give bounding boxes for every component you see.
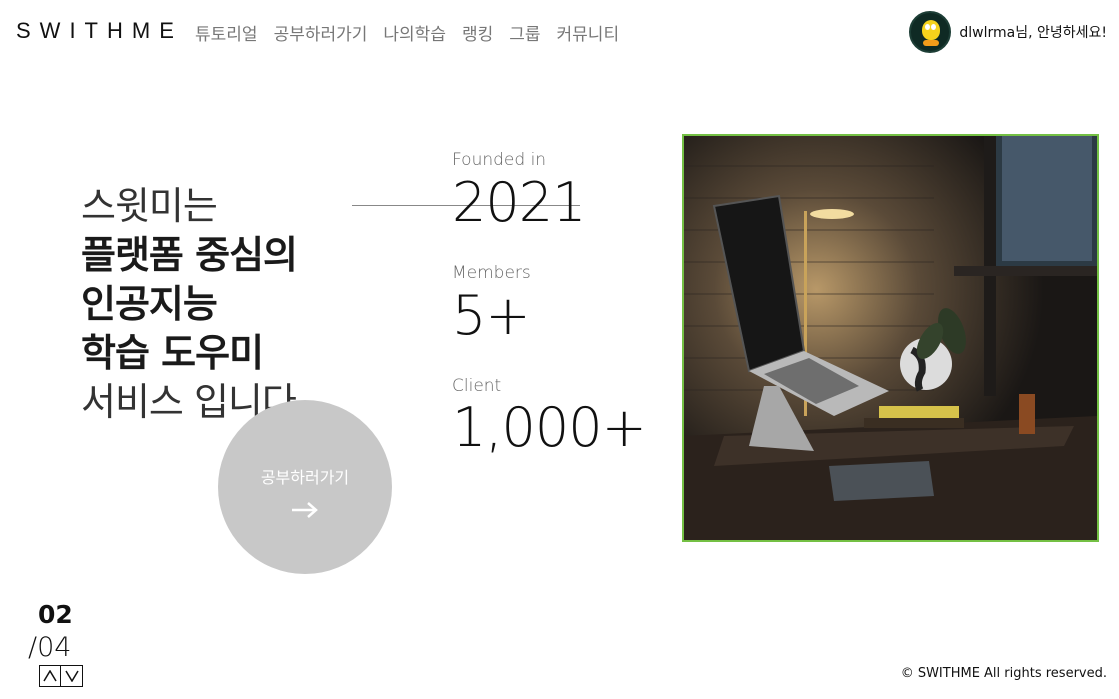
pager-prev-button[interactable] — [39, 665, 61, 687]
stat-members-value: 5+ — [452, 284, 531, 347]
chevron-down-icon — [64, 670, 79, 682]
stat-members-label: Members — [452, 263, 531, 283]
nav-item-group[interactable]: 그룹 — [509, 20, 540, 45]
user-greeting: dlwlrma님, 안녕하세요! — [959, 25, 1107, 41]
hero-line-3: 인공지능 — [81, 282, 218, 326]
chevron-up-icon — [43, 670, 57, 682]
main-nav: 튜토리얼 공부하러가기 나의학습 랭킹 그룹 커뮤니티 — [195, 20, 619, 45]
hero-line-4: 학습 도우미 — [81, 331, 264, 375]
stat-client-value: 1,000+ — [452, 396, 647, 459]
nav-item-tutorial[interactable]: 튜토리얼 — [195, 20, 258, 45]
desk-photo — [682, 134, 1099, 542]
study-cta-button[interactable]: 공부하러가기 — [218, 400, 392, 574]
pager-next-button[interactable] — [61, 665, 83, 687]
footer-copyright: © SWITHME All rights reserved. — [900, 666, 1107, 681]
hero-line-2: 플랫폼 중심의 — [81, 233, 298, 277]
pager-current: 02 — [38, 600, 73, 629]
arrow-right-icon — [292, 502, 318, 518]
pager-controls — [39, 665, 83, 687]
user-menu[interactable]: dlwlrma님, 안녕하세요! — [909, 11, 1107, 53]
stat-client-label: Client — [452, 376, 502, 396]
nav-item-study[interactable]: 공부하러가기 — [274, 20, 368, 45]
stat-founded-value: 2021 — [452, 171, 586, 234]
nav-item-my-learning[interactable]: 나의학습 — [383, 20, 446, 45]
tweety-avatar-icon[interactable] — [909, 11, 952, 53]
hero-headline: 스윗미는 플랫폼 중심의 인공지능 학습 도우미 서비스 입니다. — [81, 182, 308, 427]
nav-item-community[interactable]: 커뮤니티 — [557, 20, 620, 45]
pager-total: /04 — [28, 632, 72, 663]
brand-logo[interactable]: SWITHME — [16, 18, 183, 44]
stat-founded-label: Founded in — [452, 150, 547, 170]
hero-line-1: 스윗미는 — [81, 184, 218, 228]
study-cta-label: 공부하러가기 — [260, 468, 350, 487]
nav-item-ranking[interactable]: 랭킹 — [462, 20, 493, 45]
